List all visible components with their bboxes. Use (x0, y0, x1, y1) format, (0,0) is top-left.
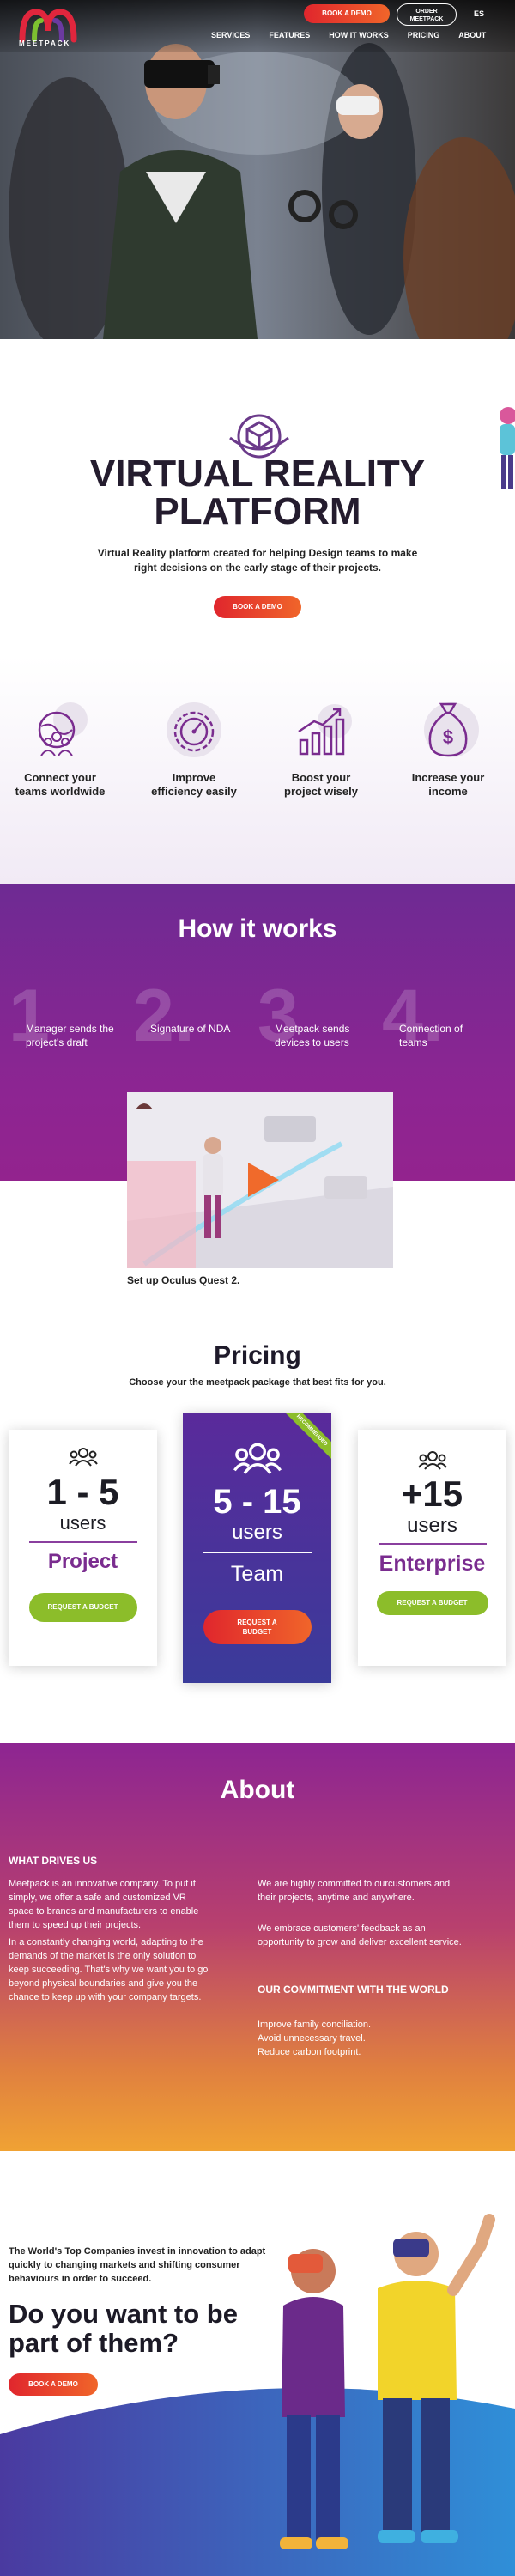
request-budget-button[interactable]: REQUEST A BUDGET (376, 1590, 488, 1615)
intro-title-line-2: PLATFORM (154, 490, 361, 532)
cta-title: Do you want to be part of them? (9, 2299, 238, 2358)
card-user-range: +15 (401, 1473, 464, 1514)
card-divider (378, 1543, 487, 1545)
cta-book-demo-button[interactable]: BOOK A DEMO (9, 2373, 98, 2396)
setup-video[interactable] (127, 1092, 393, 1268)
card-users-label: users (59, 1512, 106, 1534)
card-divider (28, 1541, 137, 1543)
feature-increase-income: $ Increase your income (388, 696, 508, 799)
nav-link-pricing[interactable]: PRICING (408, 31, 440, 39)
step-text: Meetpack sends devices to users (275, 1023, 350, 1048)
how-it-works-title: How it works (178, 914, 337, 943)
card-users-label: users (407, 1514, 457, 1537)
step-4: 4. Connection of teams (382, 979, 502, 1053)
commitment-item: Improve family conciliation. (258, 2020, 372, 2030)
recommended-ribbon: RECOMMENDED (280, 1413, 331, 1462)
svg-text:$: $ (443, 726, 453, 748)
nav-book-demo-button[interactable]: BOOK A DEMO (304, 4, 390, 23)
intro-book-demo-button[interactable]: BOOK A DEMO (214, 596, 301, 618)
card-users-label: users (232, 1521, 282, 1544)
users-icon (417, 1451, 447, 1470)
order-meetpack-button[interactable]: ORDER MEETPACK (397, 3, 457, 26)
feature-label-line-1: Connect your (24, 771, 96, 784)
card-user-range: 1 - 5 (46, 1472, 119, 1512)
hero-section: MEETPACK BOOK A DEMO ORDER MEETPACK ES S… (0, 0, 515, 339)
money-bag-icon: $ (424, 702, 479, 757)
logo-text: MEETPACK (19, 39, 71, 47)
feature-label-line-2: teams worldwide (15, 785, 106, 798)
about-right-paragraph-1: We are highly committed to ourcustomers … (258, 1879, 451, 1903)
step-1: 1 Manager sends the project's draft (9, 979, 129, 1053)
what-drives-us-heading: WHAT DRIVES US (9, 1855, 98, 1867)
globe-people-icon (38, 702, 88, 756)
step-3: 3 Meetpack sends devices to users (258, 979, 378, 1053)
users-icon (233, 1443, 282, 1474)
feature-boost-project: Boost your project wisely (261, 696, 381, 799)
feature-label-line-1: Boost your (291, 771, 351, 784)
top-navigation: MEETPACK BOOK A DEMO ORDER MEETPACK ES S… (0, 0, 515, 52)
step-number: 2. (133, 975, 195, 1057)
commitment-list: Improve family conciliation. Avoid unnec… (258, 2018, 464, 2059)
request-budget-button[interactable]: REQUEST A BUDGET (203, 1609, 312, 1644)
feature-label-line-1: Improve (172, 771, 216, 784)
commitment-heading: OUR COMMITMENT WITH THE WORLD (258, 1984, 449, 1996)
commitment-item: Reduce carbon footprint. (258, 2047, 361, 2057)
pricing-card-project: 1 - 5 users Project REQUEST A BUDGET (9, 1430, 157, 1666)
feature-improve-efficiency: Improve efficiency easily (134, 696, 254, 799)
step-2: 2. Signature of NDA (133, 979, 253, 1053)
what-drives-us-paragraph-1: Meetpack is an innovative company. To pu… (9, 1879, 199, 1930)
about-right-paragraph-2: We embrace customers' feedback as an opp… (258, 1923, 462, 1947)
about-title: About (220, 1776, 295, 1804)
nav-link-services[interactable]: SERVICES (211, 31, 250, 39)
play-icon[interactable] (246, 1161, 281, 1199)
card-plan-name: Enterprise (379, 1551, 486, 1576)
card-divider (203, 1552, 312, 1553)
step-text: Signature of NDA (150, 1023, 231, 1035)
step-text: Connection of teams (399, 1023, 464, 1048)
intro-subtitle: Virtual Reality platform created for hel… (97, 547, 418, 574)
video-caption: Set up Oculus Quest 2. (127, 1274, 240, 1286)
what-drives-us-paragraph-2: In a constantly changing world, adapting… (9, 1937, 209, 2002)
growth-chart-icon (298, 704, 352, 756)
feature-label-line-2: project wisely (284, 785, 358, 798)
pricing-title: Pricing (214, 1341, 301, 1370)
order-line-1: ORDER (415, 9, 438, 15)
nav-link-features[interactable]: FEATURES (269, 31, 310, 39)
card-user-range: 5 - 15 (213, 1483, 301, 1521)
cta-section (0, 2151, 515, 2576)
feature-label-line-2: income (428, 785, 468, 798)
step-text: Manager sends the project's draft (26, 1023, 114, 1048)
gear-gauge-icon (167, 702, 221, 757)
cta-text: The World's Top Companies invest in inno… (9, 2246, 266, 2284)
intro-title-line-1: VIRTUAL REALITY (89, 453, 426, 495)
people-vr-illustration (280, 2214, 495, 2549)
feature-connect-teams: Connect your teams worldwide (0, 696, 120, 799)
request-budget-button[interactable]: REQUEST A BUDGET (28, 1592, 137, 1622)
feature-label-line-1: Increase your (411, 771, 485, 784)
pricing-subtitle: Choose your the meetpack package that be… (129, 1377, 386, 1388)
feature-label-line-2: efficiency easily (151, 785, 237, 798)
card-plan-name: Team (230, 1561, 284, 1586)
nav-link-about[interactable]: ABOUT (458, 31, 486, 39)
nav-links: SERVICES FEATURES HOW IT WORKS PRICING A… (211, 31, 505, 39)
language-switch[interactable]: ES (474, 9, 484, 18)
pricing-card-enterprise: +15 users Enterprise REQUEST A BUDGET (358, 1430, 506, 1666)
users-icon (68, 1448, 98, 1467)
pricing-card-team: RECOMMENDED 5 - 15 users Team REQUEST A … (183, 1413, 331, 1683)
nav-link-how-it-works[interactable]: HOW IT WORKS (329, 31, 389, 39)
intro-title: VIRTUAL REALITY PLATFORM (0, 455, 515, 531)
card-plan-name: Project (47, 1549, 118, 1573)
commitment-item: Avoid unnecessary travel. (258, 2033, 366, 2044)
order-line-2: MEETPACK (409, 16, 444, 22)
